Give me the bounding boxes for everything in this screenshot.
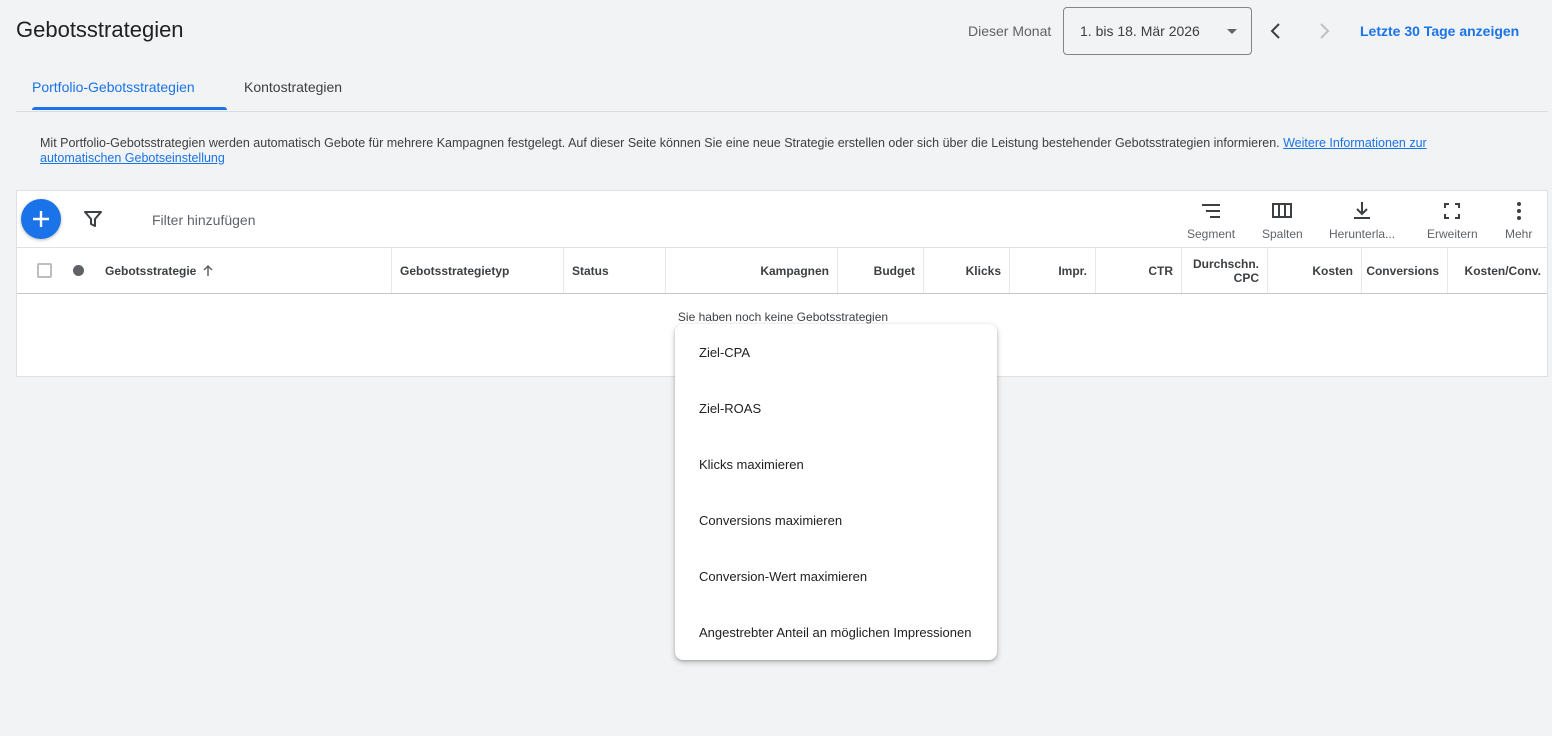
sort-ascending-icon <box>203 264 213 276</box>
segment-label: Segment <box>1187 227 1236 241</box>
column-header-label: CTR <box>1148 263 1173 278</box>
date-range-picker[interactable]: 1. bis 18. Mär 2026 <box>1063 7 1252 55</box>
table-toolbar: Filter hinzufügen Segment Spalten Herunt… <box>17 191 1547 248</box>
tab-portfolio-bid-strategies[interactable]: Portfolio-Gebotsstrategien <box>32 79 195 95</box>
active-tab-indicator <box>32 107 227 110</box>
menu-item-maximize-clicks[interactable]: Klicks maximieren <box>675 436 997 492</box>
column-header-budget[interactable]: Budget <box>838 248 924 293</box>
chevron-left-icon <box>1270 23 1280 39</box>
column-header-label: Kampagnen <box>760 263 829 278</box>
select-all-checkbox[interactable] <box>37 263 52 278</box>
more-vert-icon <box>1516 202 1521 220</box>
column-header-label: Budget <box>873 263 915 278</box>
column-header-label: Klicks <box>965 263 1001 278</box>
column-header-label: Conversions <box>1366 263 1439 278</box>
column-header-impressions[interactable]: Impr. <box>1010 248 1096 293</box>
column-header-cost-per-conversion[interactable]: Kosten/Conv. <box>1448 248 1549 293</box>
tab-bar: Portfolio-Gebotsstrategien Kontostrategi… <box>16 68 1548 112</box>
add-strategy-button[interactable] <box>21 199 61 239</box>
fullscreen-icon <box>1444 203 1461 219</box>
status-dot-icon <box>73 265 84 276</box>
column-header-label: Kosten/Conv. <box>1464 263 1541 278</box>
next-period-button[interactable] <box>1312 19 1336 43</box>
column-header-label: Durchschn. CPC <box>1192 256 1259 285</box>
column-header-label: Gebotsstrategietyp <box>400 263 510 278</box>
more-label: Mehr <box>1505 227 1533 241</box>
column-header-label: Kosten <box>1312 263 1353 278</box>
page-title: Gebotsstrategien <box>16 17 184 42</box>
strategy-type-menu: Ziel-CPA Ziel-ROAS Klicks maximieren Con… <box>675 324 997 660</box>
chevron-right-icon <box>1320 23 1330 39</box>
column-header-avg-cpc[interactable]: Durchschn. CPC <box>1182 248 1268 293</box>
column-header-label: Status <box>572 263 609 278</box>
previous-period-button[interactable] <box>1264 19 1288 43</box>
info-description: Mit Portfolio-Gebotsstrategien werden au… <box>40 136 1284 150</box>
column-header-campaigns[interactable]: Kampagnen <box>666 248 838 293</box>
column-header-status[interactable]: Status <box>564 248 666 293</box>
columns-icon <box>1272 203 1293 218</box>
download-label: Herunterla... <box>1329 227 1396 241</box>
column-header-clicks[interactable]: Klicks <box>924 248 1010 293</box>
segment-icon <box>1202 204 1221 218</box>
column-header-cost[interactable]: Kosten <box>1268 248 1362 293</box>
date-range-value: 1. bis 18. Mär 2026 <box>1080 23 1200 39</box>
table-header: Gebotsstrategie Gebotsstrategietyp Statu… <box>17 248 1547 294</box>
menu-item-maximize-conversions[interactable]: Conversions maximieren <box>675 492 997 548</box>
menu-item-target-roas[interactable]: Ziel-ROAS <box>675 380 997 436</box>
download-button[interactable]: Herunterla... <box>1329 199 1395 241</box>
segment-button[interactable]: Segment <box>1187 199 1235 241</box>
menu-item-target-cpa[interactable]: Ziel-CPA <box>675 324 997 380</box>
column-header-bid-strategy[interactable]: Gebotsstrategie <box>97 248 392 293</box>
dropdown-caret-icon <box>1227 29 1237 34</box>
plus-icon <box>33 211 49 227</box>
expand-label: Erweitern <box>1427 227 1478 241</box>
column-header-conversions[interactable]: Conversions <box>1362 248 1448 293</box>
column-header-strategy-type[interactable]: Gebotsstrategietyp <box>392 248 564 293</box>
columns-button[interactable]: Spalten <box>1262 199 1303 241</box>
show-last-30-days-link[interactable]: Letzte 30 Tage anzeigen <box>1360 23 1519 39</box>
menu-item-maximize-conversion-value[interactable]: Conversion-Wert maximieren <box>675 548 997 604</box>
column-header-label: Gebotsstrategie <box>105 263 197 278</box>
add-filter-input[interactable]: Filter hinzufügen <box>152 212 256 228</box>
filter-icon[interactable] <box>83 209 103 234</box>
columns-label: Spalten <box>1262 227 1303 241</box>
info-text: Mit Portfolio-Gebotsstrategien werden au… <box>40 136 1510 166</box>
date-range-label: Dieser Monat <box>968 23 1052 39</box>
more-button[interactable]: Mehr <box>1505 199 1532 241</box>
tab-account-strategies[interactable]: Kontostrategien <box>244 79 342 95</box>
download-icon <box>1354 202 1371 219</box>
column-header-label: Impr. <box>1058 263 1087 278</box>
column-header-ctr[interactable]: CTR <box>1096 248 1182 293</box>
menu-item-target-impression-share[interactable]: Angestrebter Anteil an möglichen Impress… <box>675 604 997 660</box>
empty-table-message: Sie haben noch keine Gebotsstrategien <box>677 310 889 324</box>
expand-button[interactable]: Erweitern <box>1427 199 1478 241</box>
